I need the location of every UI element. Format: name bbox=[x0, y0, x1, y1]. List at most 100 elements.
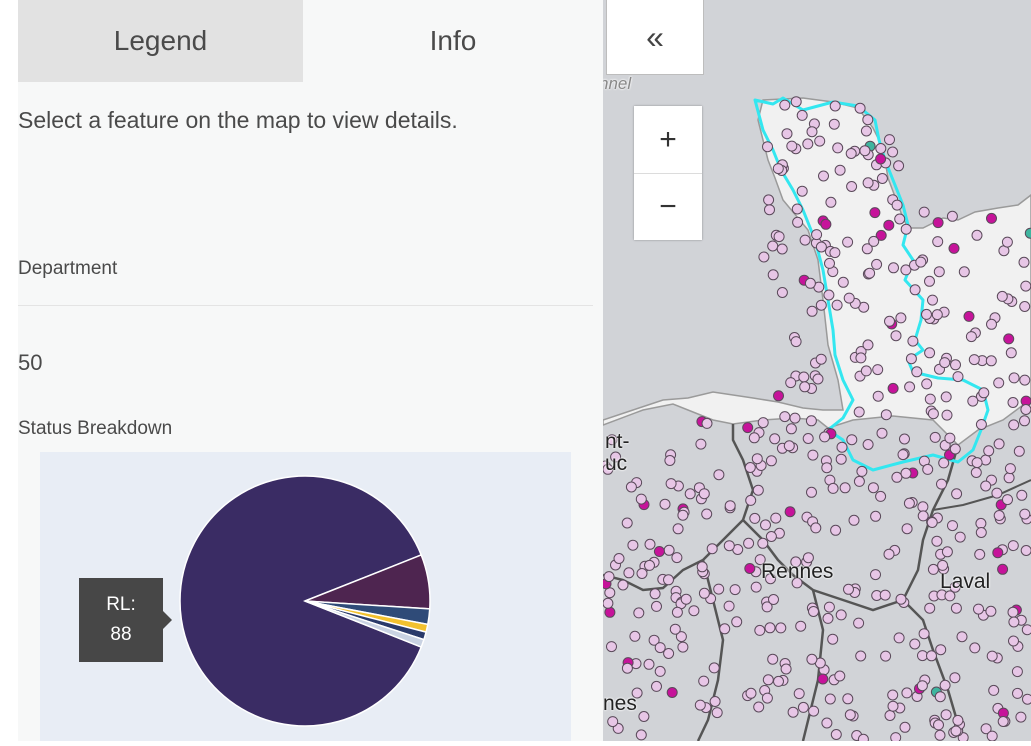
map-point[interactable] bbox=[697, 562, 707, 572]
map-point[interactable] bbox=[1004, 473, 1014, 483]
map-point[interactable] bbox=[725, 501, 735, 511]
map-point[interactable] bbox=[945, 433, 955, 443]
map-point[interactable] bbox=[800, 382, 810, 392]
map-point[interactable] bbox=[754, 702, 764, 712]
map-point[interactable] bbox=[892, 472, 902, 482]
map-point[interactable] bbox=[868, 483, 878, 493]
map-point[interactable] bbox=[881, 410, 891, 420]
map-point[interactable] bbox=[672, 607, 682, 617]
map-point[interactable] bbox=[896, 594, 906, 604]
map-point[interactable] bbox=[854, 476, 864, 486]
map-point[interactable] bbox=[816, 242, 826, 252]
map-point[interactable] bbox=[861, 126, 871, 136]
map-point[interactable] bbox=[608, 717, 618, 727]
map-point[interactable] bbox=[1003, 495, 1013, 505]
map-point[interactable] bbox=[910, 639, 920, 649]
map-point[interactable] bbox=[876, 154, 886, 164]
map-point[interactable] bbox=[803, 434, 813, 444]
map-point[interactable] bbox=[844, 584, 854, 594]
map-point[interactable] bbox=[1017, 490, 1027, 500]
map-point[interactable] bbox=[871, 570, 881, 580]
map-point[interactable] bbox=[709, 663, 719, 673]
map-point[interactable] bbox=[664, 575, 674, 585]
map-point[interactable] bbox=[630, 631, 640, 641]
map-point[interactable] bbox=[1020, 509, 1030, 519]
map-point[interactable] bbox=[989, 685, 999, 695]
map-point[interactable] bbox=[900, 434, 910, 444]
map-point[interactable] bbox=[787, 141, 797, 151]
map-point[interactable] bbox=[953, 715, 963, 725]
map-point[interactable] bbox=[856, 353, 866, 363]
map-point[interactable] bbox=[1002, 237, 1012, 247]
map-point[interactable] bbox=[825, 258, 835, 268]
map-point[interactable] bbox=[645, 539, 655, 549]
map-point[interactable] bbox=[1025, 228, 1031, 238]
map-point[interactable] bbox=[639, 712, 649, 722]
map-point[interactable] bbox=[1009, 617, 1019, 627]
map-point[interactable] bbox=[919, 629, 929, 639]
map-point[interactable] bbox=[998, 564, 1008, 574]
map-point[interactable] bbox=[976, 528, 986, 538]
zoom-in-button[interactable]: + bbox=[634, 106, 702, 174]
map-point[interactable] bbox=[994, 378, 1004, 388]
map-point[interactable] bbox=[730, 585, 740, 595]
map-point[interactable] bbox=[758, 418, 768, 428]
map-point[interactable] bbox=[871, 511, 881, 521]
map-point[interactable] bbox=[811, 523, 821, 533]
map-point[interactable] bbox=[940, 680, 950, 690]
map-point[interactable] bbox=[951, 360, 961, 370]
map-point[interactable] bbox=[941, 710, 951, 720]
map-point[interactable] bbox=[975, 549, 985, 559]
map-point[interactable] bbox=[774, 391, 784, 401]
map-point[interactable] bbox=[955, 532, 965, 542]
tab-legend[interactable]: Legend bbox=[18, 0, 303, 82]
map-point[interactable] bbox=[976, 518, 986, 528]
map-point[interactable] bbox=[622, 518, 632, 528]
map-point[interactable] bbox=[885, 135, 895, 145]
map-point[interactable] bbox=[837, 442, 847, 452]
map-point[interactable] bbox=[628, 540, 638, 550]
map-point[interactable] bbox=[898, 450, 908, 460]
map-point[interactable] bbox=[831, 525, 841, 535]
map-point[interactable] bbox=[895, 214, 905, 224]
map-point[interactable] bbox=[854, 407, 864, 417]
map-point[interactable] bbox=[699, 676, 709, 686]
map-point[interactable] bbox=[888, 383, 898, 393]
map-point[interactable] bbox=[776, 623, 786, 633]
map-point[interactable] bbox=[918, 511, 928, 521]
map-point[interactable] bbox=[847, 182, 857, 192]
map-point[interactable] bbox=[665, 456, 675, 466]
map-point[interactable] bbox=[654, 547, 664, 557]
map-point[interactable] bbox=[699, 489, 709, 499]
map-point[interactable] bbox=[636, 494, 646, 504]
map-point[interactable] bbox=[835, 671, 845, 681]
map-point[interactable] bbox=[940, 358, 950, 368]
map-point[interactable] bbox=[1006, 348, 1016, 358]
map-point[interactable] bbox=[938, 560, 948, 570]
map-point[interactable] bbox=[796, 621, 806, 631]
map-point[interactable] bbox=[896, 313, 906, 323]
map-point[interactable] bbox=[755, 625, 765, 635]
map-point[interactable] bbox=[935, 730, 945, 740]
map-point[interactable] bbox=[768, 270, 778, 280]
map-point[interactable] bbox=[605, 607, 615, 617]
map-point[interactable] bbox=[888, 690, 898, 700]
map-point[interactable] bbox=[843, 237, 853, 247]
map-point[interactable] bbox=[763, 142, 773, 152]
map-point[interactable] bbox=[774, 232, 784, 242]
map-point[interactable] bbox=[720, 624, 730, 634]
map-point[interactable] bbox=[774, 676, 784, 686]
map-point[interactable] bbox=[979, 388, 989, 398]
map-point[interactable] bbox=[992, 488, 1002, 498]
map-point[interactable] bbox=[652, 681, 662, 691]
map-point[interactable] bbox=[910, 285, 920, 295]
map-point[interactable] bbox=[807, 306, 817, 316]
map-point[interactable] bbox=[863, 440, 873, 450]
map-point[interactable] bbox=[968, 396, 978, 406]
map-point[interactable] bbox=[780, 100, 790, 110]
map-point[interactable] bbox=[816, 354, 826, 364]
map-point[interactable] bbox=[1021, 405, 1031, 415]
map-point[interactable] bbox=[845, 710, 855, 720]
map-point[interactable] bbox=[1016, 712, 1026, 722]
map-point[interactable] bbox=[885, 711, 895, 721]
